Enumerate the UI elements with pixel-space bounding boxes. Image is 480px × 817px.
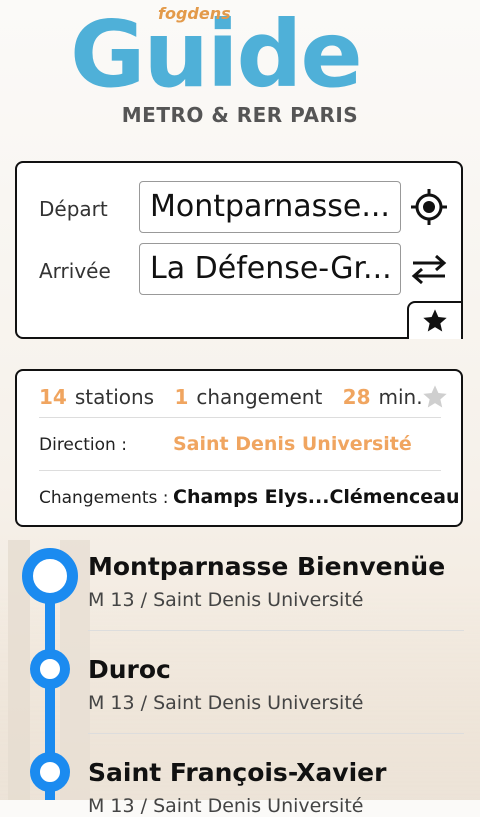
- route-form-card: Départ Montparnasse... Arrivée La Défens…: [15, 161, 463, 339]
- swap-button[interactable]: [407, 247, 451, 291]
- direction-label: Direction :: [39, 435, 127, 455]
- depart-input[interactable]: Montparnasse...: [139, 181, 401, 233]
- stop-name: Duroc: [88, 655, 171, 684]
- changes-count: 1: [174, 385, 189, 409]
- changes-label: changement: [196, 385, 323, 409]
- stations-label: stations: [74, 385, 155, 409]
- arrivee-label: Arrivée: [39, 259, 111, 283]
- stop-name: Montparnasse Bienvenüe: [88, 552, 446, 581]
- stop-name: Saint François-Xavier: [88, 758, 387, 787]
- star-icon: [423, 309, 447, 332]
- summary-divider: [39, 417, 441, 418]
- summary-divider: [39, 470, 441, 471]
- favorite-tab[interactable]: [407, 301, 463, 339]
- stop-node-icon: [30, 649, 70, 689]
- duration-value: 28: [342, 385, 371, 409]
- favorite-route-button[interactable]: [413, 375, 457, 419]
- swap-icon: [411, 254, 447, 285]
- brand-name: fogdens: [158, 4, 231, 23]
- stop-node-icon: [22, 548, 78, 604]
- stop-divider: [88, 630, 464, 631]
- stop-line: M 13 / Saint Denis Université: [88, 795, 364, 817]
- route-stats: 14 stations 1 changement 28 min.: [39, 385, 423, 409]
- stop-line: M 13 / Saint Denis Université: [88, 692, 364, 714]
- locate-button[interactable]: [407, 185, 451, 229]
- depart-label: Départ: [39, 197, 108, 221]
- app-subtitle: METRO & RER PARIS: [121, 103, 359, 127]
- stop-node-icon: [30, 752, 70, 792]
- stops-timeline: Montparnasse Bienvenüe M 13 / Saint Deni…: [0, 540, 480, 817]
- direction-value: Saint Denis Université: [173, 433, 412, 455]
- stop-divider: [88, 733, 464, 734]
- changes-row-value: Champs Elys...Clémenceau: [173, 486, 460, 508]
- stations-count: 14: [39, 385, 67, 409]
- arrivee-input[interactable]: La Défense-Gr...: [139, 243, 401, 295]
- star-outline-icon: [423, 385, 447, 408]
- stop-line: M 13 / Saint Denis Université: [88, 589, 364, 611]
- route-summary-card: 14 stations 1 changement 28 min. Direction …: [15, 369, 463, 527]
- changes-row-label: Changements :: [39, 488, 169, 508]
- crosshair-icon: [411, 189, 447, 225]
